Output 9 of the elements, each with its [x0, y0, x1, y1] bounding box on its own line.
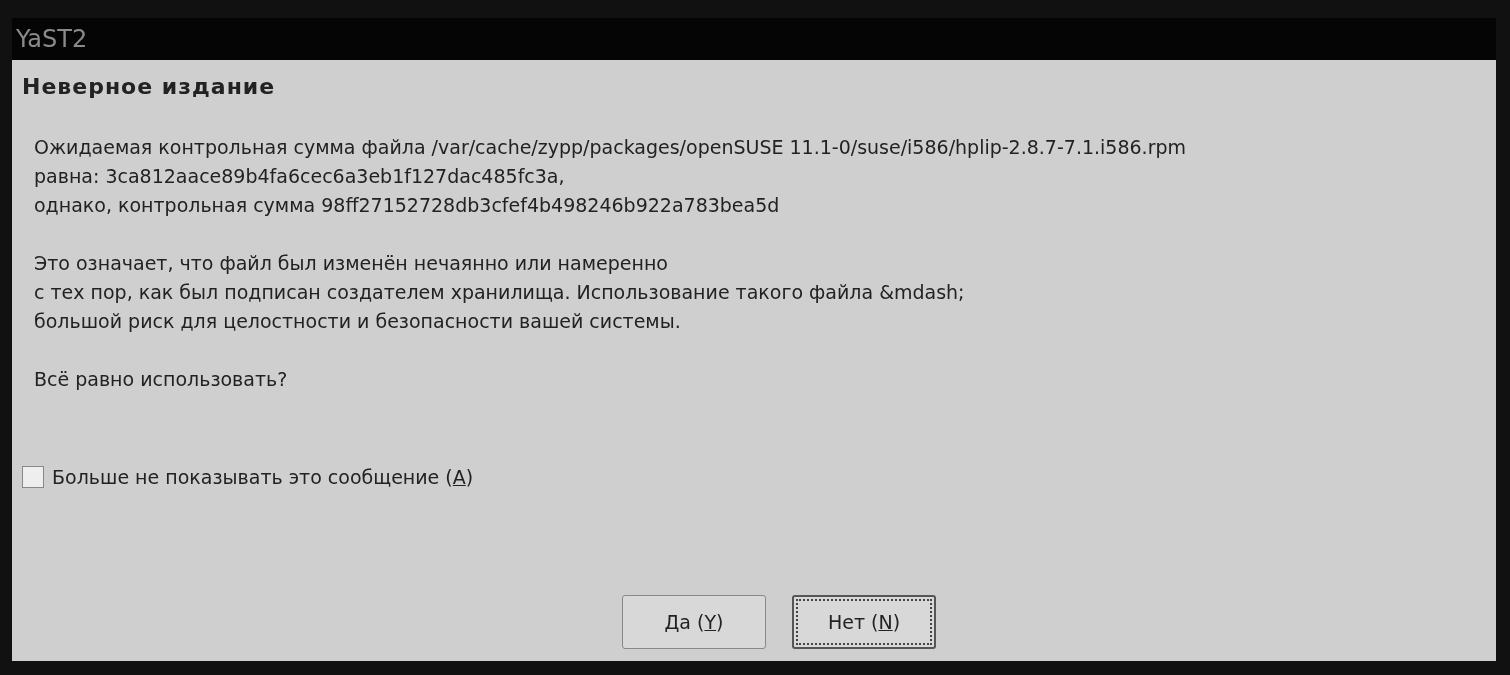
message-paragraph: Всё равно использовать? — [34, 367, 289, 392]
no-button[interactable]: Нет (N) — [792, 595, 936, 649]
dialog-heading: Неверное издание — [22, 73, 277, 101]
message-paragraph: Это означает, что файл был изменён нечаянно или намеренно с тех пор, как был подписан создателем хранилища. Использование такого файла &mdash; большой риск для целостности и безопасности вашей системы. — [34, 251, 966, 334]
checkbox[interactable] — [22, 466, 44, 489]
checkbox-label[interactable]: Больше не показывать это сообщение (A) — [52, 463, 474, 492]
message-paragraph: Ожидаемая контрольная сумма файла /var/cache/zypp/packages/openSUSE 11.1-0/suse/i586/hplip-2.8.7-7.1.i586.rpm равна: 3ca812aace89b4fa6cec6a3eb1f127dac485fc3a, однако, контрольная сумма 98ff27152728db3cfef4b498246b922a783bea5d — [34, 135, 1188, 218]
yes-button[interactable]: Да (Y) — [622, 595, 766, 649]
window-title: YaST2 — [16, 24, 88, 55]
